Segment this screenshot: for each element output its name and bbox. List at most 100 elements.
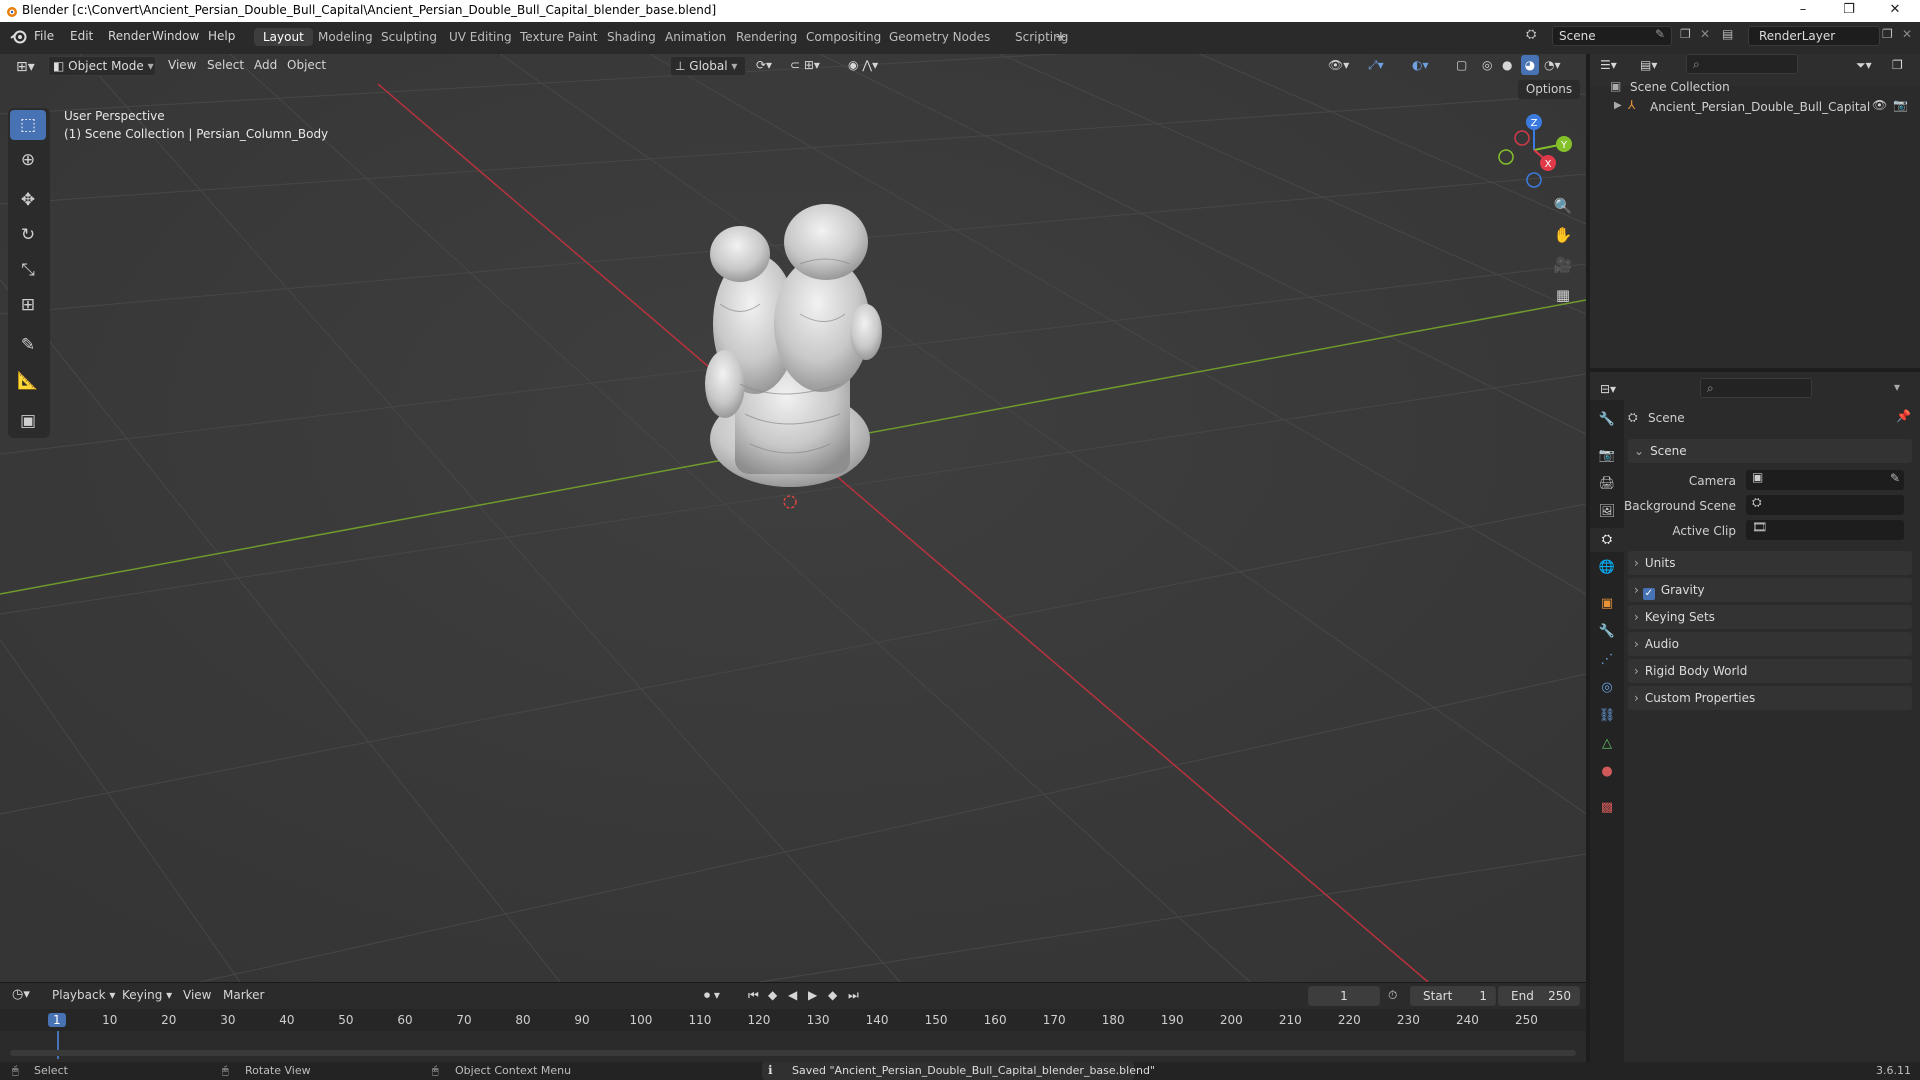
render-camera-icon[interactable]: 📷 (1893, 98, 1908, 112)
outliner-root-label[interactable]: Scene Collection (1630, 80, 1730, 94)
timeline-menu-view[interactable]: View (183, 986, 211, 1004)
viewport-menu-add[interactable]: Add (254, 56, 277, 74)
wireframe-shading-icon[interactable]: ◎ (1482, 56, 1492, 74)
perspective-toggle-icon[interactable]: ▦ (1549, 282, 1577, 308)
minimize-button[interactable]: – (1780, 0, 1826, 22)
timeline-menu-marker[interactable]: Marker (223, 986, 264, 1004)
tab-compositing[interactable]: Compositing (797, 28, 890, 46)
navigation-gizmo[interactable]: Z Y X (1492, 110, 1582, 192)
outliner-search-input[interactable]: ⌕ (1686, 54, 1798, 74)
tab-sculpting[interactable]: Sculpting (372, 28, 446, 46)
menu-window[interactable]: Window (152, 29, 199, 43)
editor-type-icon[interactable]: ⊞▾ (16, 58, 35, 76)
jump-end-icon[interactable]: ⏭ (848, 986, 859, 1004)
camera-view-icon[interactable]: 🎥 (1549, 252, 1577, 278)
delete-scene-icon[interactable]: ✕ (1700, 27, 1710, 41)
timeline-scrollbar[interactable] (10, 1050, 1576, 1056)
transform-tool-icon[interactable]: ⊞ (10, 290, 46, 320)
bull-capital-model[interactable] (705, 204, 882, 509)
units-section[interactable]: › Units (1628, 551, 1912, 575)
tab-uv-editing[interactable]: UV Editing (440, 28, 521, 46)
solid-shading-icon[interactable]: ● (1502, 56, 1512, 74)
report-message[interactable]: ℹ Saved "Ancient_Persian_Double_Bull_Cap… (762, 1062, 1155, 1080)
background-scene-field[interactable]: ⛭ (1746, 495, 1904, 515)
renderlayer-field[interactable]: RenderLayer (1748, 26, 1880, 46)
custom-properties-section[interactable]: › Custom Properties (1628, 686, 1912, 710)
rigid-body-world-section[interactable]: › Rigid Body World (1628, 659, 1912, 683)
annotate-tool-icon[interactable]: ✎ (10, 330, 46, 360)
menu-file[interactable]: File (34, 29, 54, 43)
menu-render[interactable]: Render (108, 29, 151, 43)
snap-icon[interactable]: ⊂ ⊞▾ (790, 56, 820, 74)
material-shading-icon[interactable]: ◕ (1521, 55, 1539, 75)
constraints-tab-icon[interactable]: ⛓ (1590, 704, 1624, 728)
transform-orientation-dropdown[interactable]: ⊥ Global ▾ (670, 56, 746, 76)
current-frame-field[interactable]: 1 (1308, 986, 1380, 1006)
tool-tab-icon[interactable]: 🔧 (1590, 408, 1624, 432)
add-cube-tool-icon[interactable]: ▣ (10, 406, 46, 436)
properties-editor-type-icon[interactable]: ⊟▾ (1600, 380, 1616, 398)
tab-rendering[interactable]: Rendering (727, 28, 806, 46)
delete-renderlayer-icon[interactable]: ✕ (1902, 27, 1912, 41)
active-clip-field[interactable]: 🎞 (1746, 520, 1904, 540)
object-mode-dropdown[interactable]: ◧ Object Mode ▾ (48, 56, 156, 76)
rotate-tool-icon[interactable]: ↻ (10, 220, 46, 250)
new-scene-icon[interactable]: ❐ (1680, 27, 1691, 41)
audio-section[interactable]: › Audio (1628, 632, 1912, 656)
tab-modeling[interactable]: Modeling (309, 28, 382, 46)
preview-range-icon[interactable]: ⏱ (1388, 986, 1397, 1004)
menu-help[interactable]: Help (208, 29, 235, 43)
timeline-editor-type-icon[interactable]: ◷▾ (12, 986, 30, 1004)
start-frame-field[interactable]: Start 1 (1410, 986, 1496, 1006)
keying-sets-section[interactable]: › Keying Sets (1628, 605, 1912, 629)
menu-edit[interactable]: Edit (70, 29, 93, 43)
timeline-menu-playback[interactable]: Playback ▾ (52, 986, 115, 1004)
visibility-icon[interactable]: 👁▾ (1328, 56, 1349, 74)
properties-options-icon[interactable]: ▾ (1894, 380, 1900, 394)
blender-menu-icon[interactable] (10, 29, 28, 45)
options-button[interactable]: Options (1518, 80, 1580, 99)
eyedropper-icon[interactable]: ✎ (1890, 471, 1900, 485)
tab-animation[interactable]: Animation (656, 28, 735, 46)
scale-tool-icon[interactable]: ⤡ (10, 255, 46, 285)
renderlayer-icon[interactable]: ▤ (1722, 27, 1733, 41)
tab-geometry-nodes[interactable]: Geometry Nodes (880, 28, 999, 46)
pan-view-icon[interactable]: ✋ (1549, 222, 1577, 248)
pin-icon[interactable]: 📌 (1896, 409, 1911, 423)
pivot-point-icon[interactable]: ⟳▾ (756, 56, 772, 74)
tab-texture-paint[interactable]: Texture Paint (511, 28, 606, 46)
expand-arrow-icon[interactable]: ▶ (1614, 100, 1622, 111)
select-box-tool-icon[interactable]: ⬚ (10, 110, 46, 140)
maximize-button[interactable]: ❐ (1826, 0, 1872, 22)
physics-tab-icon[interactable]: ◎ (1590, 676, 1624, 700)
play-reverse-icon[interactable]: ◀ (788, 986, 797, 1004)
outliner-item[interactable]: Ancient_Persian_Double_Bull_Capital (1650, 100, 1870, 114)
xray-icon[interactable]: ▢ (1456, 56, 1467, 74)
properties-search-input[interactable]: ⌕ (1700, 378, 1812, 398)
timeline-menu-keying[interactable]: Keying ▾ (122, 986, 172, 1004)
tab-shading[interactable]: Shading (598, 28, 665, 46)
material-tab-icon[interactable]: ● (1590, 760, 1624, 784)
object-tab-icon[interactable]: ▣ (1590, 592, 1624, 616)
auto-keying-icon[interactable]: ⏺ ▾ (704, 986, 720, 1004)
move-tool-icon[interactable]: ✥ (10, 185, 46, 215)
measure-tool-icon[interactable]: 📐 (10, 366, 46, 396)
display-mode-icon[interactable]: ▤▾ (1640, 56, 1657, 74)
overlay-toggle-icon[interactable]: ◐▾ (1412, 56, 1429, 74)
camera-field[interactable]: ▣ ✎ (1746, 470, 1904, 490)
3d-viewport[interactable] (0, 54, 1586, 982)
scene-selector-icon[interactable]: ⛭ (1526, 27, 1536, 42)
gizmo-toggle-icon[interactable]: ⤢▾ (1368, 56, 1384, 74)
viewport-menu-object[interactable]: Object (287, 56, 326, 74)
gravity-checkbox[interactable]: ✓ (1642, 588, 1655, 600)
rendered-shading-icon[interactable]: ◔▾ (1544, 56, 1561, 74)
particles-tab-icon[interactable]: ⋰ (1590, 648, 1624, 672)
new-renderlayer-icon[interactable]: ❐ (1882, 27, 1893, 41)
add-workspace-button[interactable]: + (1046, 27, 1076, 47)
zoom-view-icon[interactable]: 🔍 (1549, 193, 1577, 219)
outliner-editor-type-icon[interactable]: ☰▾ (1600, 56, 1617, 74)
texture-tab-icon[interactable]: ▩ (1590, 796, 1624, 820)
render-tab-icon[interactable]: 📷 (1590, 444, 1624, 468)
viewport-menu-view[interactable]: View (168, 56, 196, 74)
play-icon[interactable]: ▶ (808, 986, 817, 1004)
